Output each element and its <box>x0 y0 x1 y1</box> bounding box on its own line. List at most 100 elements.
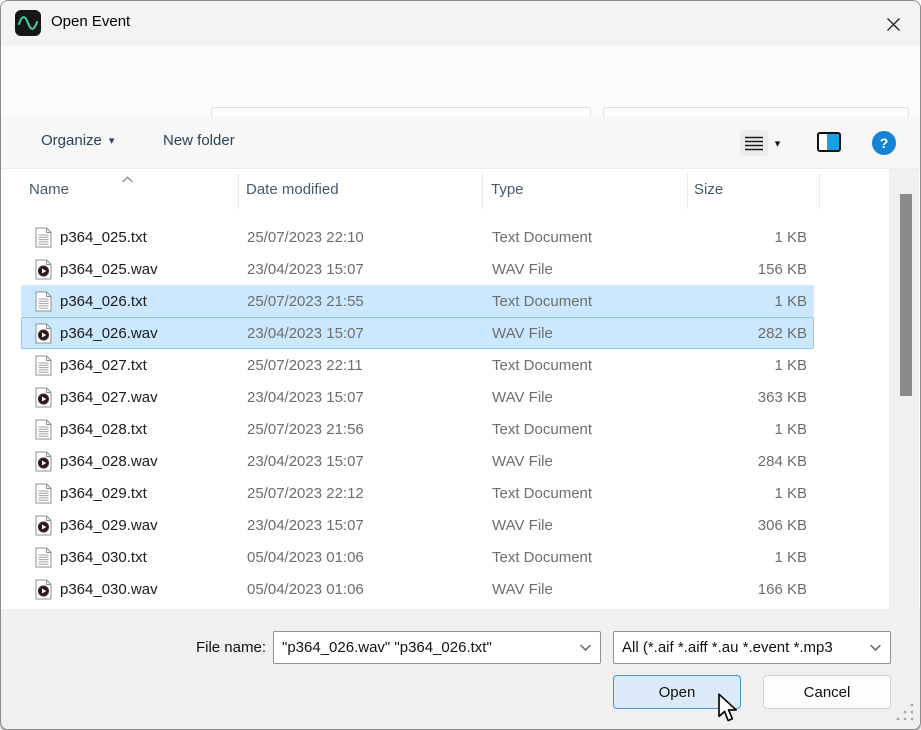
column-header-date-modified[interactable]: Date modified <box>246 181 339 198</box>
column-header-size[interactable]: Size <box>694 181 723 198</box>
wav-file-icon <box>35 259 52 280</box>
file-size: 156 KB <box>672 261 807 278</box>
cancel-button[interactable]: Cancel <box>763 675 891 709</box>
column-header-type[interactable]: Type <box>491 181 524 198</box>
column-divider[interactable] <box>238 173 239 209</box>
organize-label: Organize <box>41 132 102 149</box>
file-row[interactable]: p364_028.wav 23/04/2023 15:07 WAV File 2… <box>21 445 814 477</box>
file-name: p364_026.txt <box>60 293 250 310</box>
file-name: p364_026.wav <box>60 325 250 342</box>
vertical-scrollbar-track[interactable] <box>889 169 919 609</box>
file-name-dropdown-chevron-icon[interactable] <box>580 639 591 656</box>
file-type-value: All (*.aif *.aiff *.au *.event *.mp3 <box>614 639 868 656</box>
file-name-input[interactable] <box>274 639 578 656</box>
resize-grip[interactable] <box>895 702 915 726</box>
file-date-modified: 25/07/2023 22:10 <box>247 229 477 246</box>
new-folder-label: New folder <box>163 132 235 149</box>
file-list: p364_025.txt 25/07/2023 22:10 Text Docum… <box>1 213 888 609</box>
file-date-modified: 25/07/2023 22:11 <box>247 357 477 374</box>
column-header-row: Name Date modified Type Size <box>1 169 888 213</box>
file-name: p364_025.wav <box>60 261 250 278</box>
file-type: Text Document <box>492 421 692 438</box>
file-type: WAV File <box>492 261 692 278</box>
file-name: p364_030.txt <box>60 549 250 566</box>
txt-file-icon <box>35 291 52 312</box>
file-date-modified: 25/07/2023 21:55 <box>247 293 477 310</box>
mouse-cursor-icon <box>717 693 739 727</box>
dialog-footer: File name: All (*.aif *.aiff *.au *.even… <box>1 609 920 730</box>
column-divider[interactable] <box>819 173 820 209</box>
file-type: WAV File <box>492 325 692 342</box>
column-divider[interactable] <box>687 173 688 209</box>
file-date-modified: 23/04/2023 15:07 <box>247 389 477 406</box>
file-type-select[interactable]: All (*.aif *.aiff *.au *.event *.mp3 <box>613 631 891 664</box>
file-type: WAV File <box>492 389 692 406</box>
file-type: WAV File <box>492 581 692 598</box>
titlebar: Open Event <box>1 1 920 46</box>
file-name: p364_027.wav <box>60 389 250 406</box>
file-type: WAV File <box>492 517 692 534</box>
file-row[interactable]: p364_030.txt 05/04/2023 01:06 Text Docum… <box>21 541 814 573</box>
file-row[interactable]: p364_027.wav 23/04/2023 15:07 WAV File 3… <box>21 381 814 413</box>
file-row[interactable]: p364_029.txt 25/07/2023 22:12 Text Docum… <box>21 477 814 509</box>
file-name: p364_028.txt <box>60 421 250 438</box>
txt-file-icon <box>35 483 52 504</box>
file-name: p364_028.wav <box>60 453 250 470</box>
file-row[interactable]: p364_028.txt 25/07/2023 21:56 Text Docum… <box>21 413 814 445</box>
txt-file-icon <box>35 355 52 376</box>
vertical-scrollbar-thumb[interactable] <box>900 194 912 396</box>
file-type: Text Document <box>492 293 692 310</box>
wav-file-icon <box>35 579 52 600</box>
file-row[interactable]: p364_029.wav 23/04/2023 15:07 WAV File 3… <box>21 509 814 541</box>
file-date-modified: 23/04/2023 15:07 <box>247 517 477 534</box>
txt-file-icon <box>35 419 52 440</box>
help-icon[interactable]: ? <box>872 131 896 155</box>
file-row[interactable]: p364_026.wav 23/04/2023 15:07 WAV File 2… <box>21 317 814 349</box>
file-type: Text Document <box>492 549 692 566</box>
column-divider[interactable] <box>482 173 483 209</box>
views-caret-icon: ▾ <box>775 137 781 150</box>
wav-file-icon <box>35 323 52 344</box>
navigation-bar: « Windo... › Audio <box>1 46 920 116</box>
file-date-modified: 23/04/2023 15:07 <box>247 453 477 470</box>
close-icon[interactable] <box>876 9 910 39</box>
file-size: 1 KB <box>672 357 807 374</box>
file-name: p364_025.txt <box>60 229 250 246</box>
file-type-dropdown-chevron-icon[interactable] <box>870 639 881 656</box>
window-title: Open Event <box>51 13 130 30</box>
file-size: 1 KB <box>672 549 807 566</box>
preview-pane-right <box>827 134 839 150</box>
file-row[interactable]: p364_030.wav 05/04/2023 01:06 WAV File 1… <box>21 573 814 605</box>
file-size: 1 KB <box>672 293 807 310</box>
file-name-label: File name: <box>151 639 266 656</box>
txt-file-icon <box>35 547 52 568</box>
wav-file-icon <box>35 451 52 472</box>
file-date-modified: 25/07/2023 22:12 <box>247 485 477 502</box>
file-type: Text Document <box>492 485 692 502</box>
app-waveform-icon <box>15 10 41 36</box>
file-row[interactable]: p364_025.wav 23/04/2023 15:07 WAV File 1… <box>21 253 814 285</box>
list-view-icon <box>740 130 768 156</box>
organize-button[interactable]: Organize ▾ <box>41 132 114 149</box>
open-event-dialog: Open Event « Windo... › <box>0 0 921 730</box>
file-size: 284 KB <box>672 453 807 470</box>
file-date-modified: 05/04/2023 01:06 <box>247 581 477 598</box>
file-row[interactable]: p364_027.txt 25/07/2023 22:11 Text Docum… <box>21 349 814 381</box>
file-row[interactable]: p364_025.txt 25/07/2023 22:10 Text Docum… <box>21 221 814 253</box>
file-date-modified: 05/04/2023 01:06 <box>247 549 477 566</box>
wav-file-icon <box>35 387 52 408</box>
wav-file-icon <box>35 515 52 536</box>
file-size: 1 KB <box>672 229 807 246</box>
file-name: p364_027.txt <box>60 357 250 374</box>
txt-file-icon <box>35 227 52 248</box>
organize-caret-icon: ▾ <box>109 134 115 147</box>
file-name: p364_030.wav <box>60 581 250 598</box>
new-folder-button[interactable]: New folder <box>163 132 235 149</box>
preview-pane-icon[interactable] <box>817 132 841 152</box>
file-name-combo <box>273 631 601 664</box>
views-button[interactable]: ▾ <box>736 129 784 157</box>
file-date-modified: 25/07/2023 21:56 <box>247 421 477 438</box>
column-header-name[interactable]: Name <box>29 181 69 198</box>
file-size: 1 KB <box>672 421 807 438</box>
file-row[interactable]: p364_026.txt 25/07/2023 21:55 Text Docum… <box>21 285 814 317</box>
